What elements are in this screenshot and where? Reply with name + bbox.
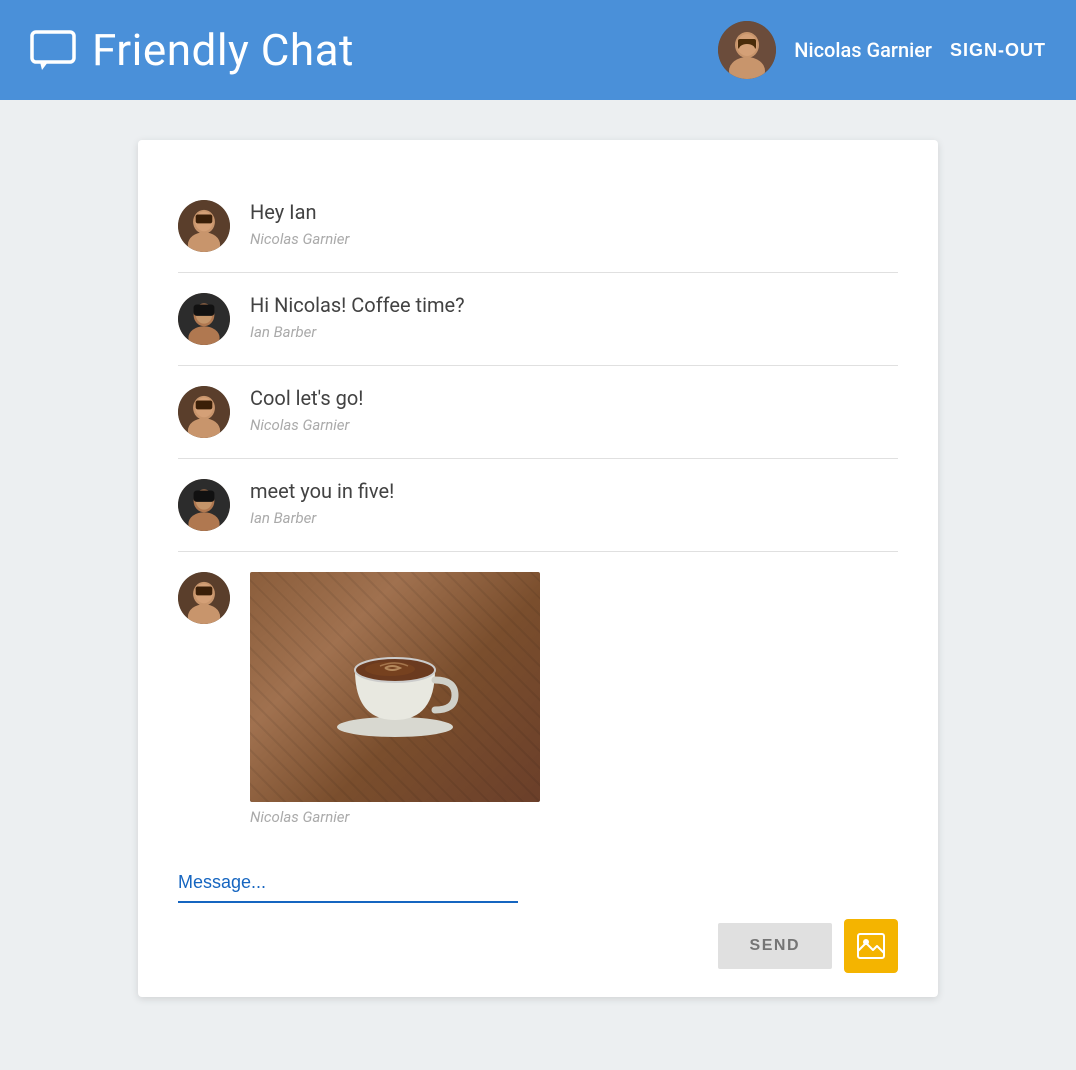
message-content: Hi Nicolas! Coffee time? Ian Barber (250, 293, 465, 341)
chat-bubble-icon (30, 30, 76, 70)
input-underline (178, 901, 518, 903)
app-header: Friendly Chat Nicolas Garnier SIGN-OUT (0, 0, 1076, 100)
input-actions: SEND (178, 919, 898, 973)
message-item: meet you in five! Ian Barber (178, 459, 898, 552)
avatar (178, 293, 230, 345)
message-content: Hey Ian Nicolas Garnier (250, 200, 349, 248)
message-text: meet you in five! (250, 479, 394, 503)
message-item: Hi Nicolas! Coffee time? Ian Barber (178, 273, 898, 366)
main-container: Hey Ian Nicolas Garnier Hi Nicolas! Coffe… (0, 100, 1076, 1037)
header-user-area: Nicolas Garnier SIGN-OUT (718, 21, 1046, 79)
message-author: Ian Barber (250, 323, 465, 341)
avatar (178, 386, 230, 438)
message-text: Cool let's go! (250, 386, 363, 410)
message-text: Hey Ian (250, 200, 349, 224)
avatar (178, 479, 230, 531)
avatar (178, 200, 230, 252)
message-item: Cool let's go! Nicolas Garnier (178, 366, 898, 459)
user-name: Nicolas Garnier (794, 38, 932, 62)
sign-out-button[interactable]: SIGN-OUT (950, 40, 1046, 61)
message-content: Cool let's go! Nicolas Garnier (250, 386, 363, 434)
message-content: meet you in five! Ian Barber (250, 479, 394, 527)
input-area: SEND (138, 856, 938, 997)
coffee-image (250, 572, 540, 802)
image-upload-button[interactable] (844, 919, 898, 973)
chat-panel: Hey Ian Nicolas Garnier Hi Nicolas! Coffe… (138, 140, 938, 997)
message-author: Nicolas Garnier (250, 808, 540, 826)
message-text: Hi Nicolas! Coffee time? (250, 293, 465, 317)
send-button[interactable]: SEND (718, 923, 832, 969)
message-item: Hey Ian Nicolas Garnier (178, 180, 898, 273)
message-author: Nicolas Garnier (250, 416, 363, 434)
message-input[interactable] (178, 872, 898, 893)
logo-area: Friendly Chat (30, 24, 718, 76)
message-item: Nicolas Garnier (178, 552, 898, 846)
avatar (718, 21, 776, 79)
avatar (178, 572, 230, 624)
app-title: Friendly Chat (92, 24, 354, 76)
image-icon (857, 933, 885, 959)
message-author: Nicolas Garnier (250, 230, 349, 248)
message-author: Ian Barber (250, 509, 394, 527)
message-content: Nicolas Garnier (250, 572, 540, 826)
messages-area: Hey Ian Nicolas Garnier Hi Nicolas! Coffe… (138, 170, 938, 856)
